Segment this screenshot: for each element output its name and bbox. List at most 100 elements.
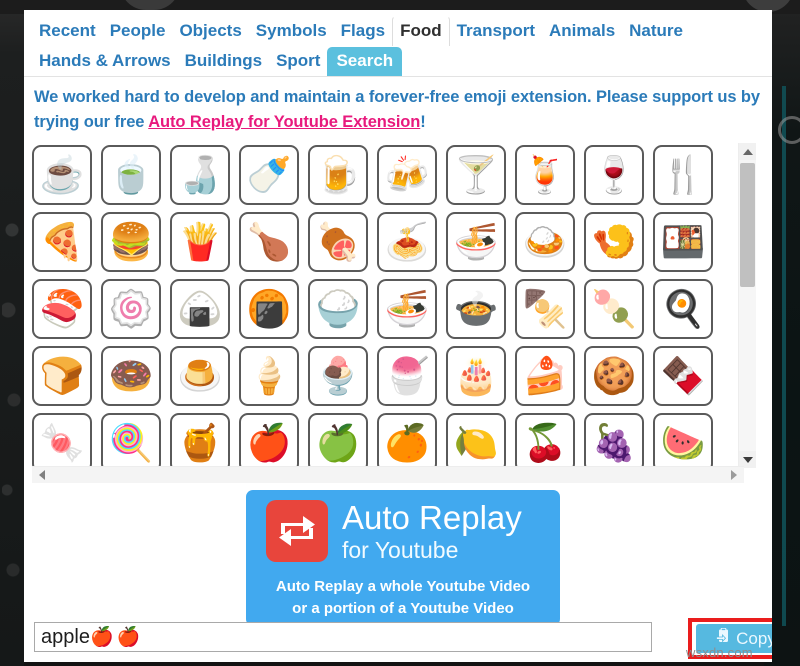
emoji-cell-rice-ball[interactable]: 🍙 xyxy=(170,279,230,339)
emoji-text-input[interactable]: apple 🍎🍎 xyxy=(34,622,652,652)
emoji-cell-hot-beverage[interactable]: ☕ xyxy=(32,145,92,205)
emoji-cell-ramen-noodles[interactable]: 🍜 xyxy=(377,279,437,339)
emoji-cell-spaghetti[interactable]: 🍝 xyxy=(377,212,437,272)
emoji-cell-beer-mug[interactable]: 🍺 xyxy=(308,145,368,205)
emoji-glyph: 🍻 xyxy=(384,154,430,195)
emoji-row: 🍕 🍔 🍟 🍗 🍖 🍝 🍜 🍛 🍤 🍱 xyxy=(32,210,744,275)
tab-animals[interactable]: Animals xyxy=(542,17,622,46)
emoji-cell-cherries[interactable]: 🍒 xyxy=(515,413,575,468)
tab-buildings[interactable]: Buildings xyxy=(178,47,269,76)
emoji-cell-poultry-leg[interactable]: 🍗 xyxy=(239,212,299,272)
emoji-cell-honey-pot[interactable]: 🍯 xyxy=(170,413,230,468)
emoji-cell-red-apple[interactable]: 🍎 xyxy=(239,413,299,468)
emoji-glyph: 🍗 xyxy=(246,221,292,262)
emoji-cell-pizza[interactable]: 🍕 xyxy=(32,212,92,272)
scroll-left-arrow-icon[interactable] xyxy=(34,467,50,483)
tab-flags[interactable]: Flags xyxy=(334,17,392,46)
emoji-cell-oden[interactable]: 🍢 xyxy=(515,279,575,339)
auto-replay-ad-banner[interactable]: Auto Replay for Youtube Auto Replay a wh… xyxy=(246,490,560,626)
emoji-cell-fish-cake[interactable]: 🍥 xyxy=(101,279,161,339)
emoji-cell-cooking-fried-egg[interactable]: 🍳 xyxy=(653,279,713,339)
emoji-cell-fried-shrimp[interactable]: 🍤 xyxy=(584,212,644,272)
promo-message: We worked hard to develop and maintain a… xyxy=(24,77,772,139)
scroll-right-arrow-icon[interactable] xyxy=(726,467,742,483)
emoji-glyph: 🍯 xyxy=(177,422,223,463)
emoji-glyph: 🍹 xyxy=(522,154,568,195)
emoji-cell-tangerine[interactable]: 🍊 xyxy=(377,413,437,468)
tab-objects[interactable]: Objects xyxy=(172,17,248,46)
vertical-scrollbar[interactable] xyxy=(738,143,756,468)
tab-row-primary: Recent People Objects Symbols Flags Food… xyxy=(32,16,772,46)
tab-people[interactable]: People xyxy=(103,17,173,46)
emoji-glyph: 🍺 xyxy=(315,154,361,195)
emoji-cell-dango[interactable]: 🍡 xyxy=(584,279,644,339)
emoji-cell-french-fries[interactable]: 🍟 xyxy=(170,212,230,272)
emoji-cell-sake[interactable]: 🍶 xyxy=(170,145,230,205)
emoji-cell-rice-cracker[interactable]: 🍘 xyxy=(239,279,299,339)
tab-symbols[interactable]: Symbols xyxy=(249,17,334,46)
emoji-cell-watermelon[interactable]: 🍉 xyxy=(653,413,713,468)
tab-search[interactable]: Search xyxy=(327,47,403,76)
emoji-cell-sushi[interactable]: 🍣 xyxy=(32,279,92,339)
emoji-cell-meat-on-bone[interactable]: 🍖 xyxy=(308,212,368,272)
emoji-cell-green-apple[interactable]: 🍏 xyxy=(308,413,368,468)
promo-link-auto-replay[interactable]: Auto Replay for Youtube Extension xyxy=(148,113,420,131)
emoji-cell-teacup-without-handle[interactable]: 🍵 xyxy=(101,145,161,205)
bottom-bar: apple 🍎🍎 Copy xyxy=(24,618,772,662)
emoji-grid-scroll-area[interactable]: ☕ 🍵 🍶 🍼 🍺 🍻 🍸 🍹 🍷 🍴 🍕 🍔 🍟 🍗 🍖 🍝 🍜 🍛 🍤 🍱 🍣 🍥 🍙 🍘 🍚 🍜 🍲 🍢 🍡 🍳 🍞 🍩 🍮 🍦 🍨 🍧 🎂 🍰 🍪 🍫… xyxy=(32,143,744,468)
emoji-cell-custard[interactable]: 🍮 xyxy=(170,346,230,406)
emoji-cell-bread[interactable]: 🍞 xyxy=(32,346,92,406)
emoji-cell-baby-bottle[interactable]: 🍼 xyxy=(239,145,299,205)
ad-header: Auto Replay for Youtube xyxy=(258,500,548,562)
emoji-cell-cocktail-glass[interactable]: 🍸 xyxy=(446,145,506,205)
emoji-cell-hamburger[interactable]: 🍔 xyxy=(101,212,161,272)
emoji-cell-birthday-cake[interactable]: 🎂 xyxy=(446,346,506,406)
emoji-glyph: 🍊 xyxy=(384,422,430,463)
tab-food[interactable]: Food xyxy=(392,16,450,46)
emoji-cell-doughnut[interactable]: 🍩 xyxy=(101,346,161,406)
scroll-up-arrow-icon[interactable] xyxy=(739,143,756,160)
tab-recent[interactable]: Recent xyxy=(32,17,103,46)
emoji-cell-bento-box[interactable]: 🍱 xyxy=(653,212,713,272)
ad-subtitle-block: Auto Replay a whole Youtube Video or a p… xyxy=(258,576,548,620)
vertical-scrollbar-thumb[interactable] xyxy=(740,163,755,287)
emoji-glyph: 🍧 xyxy=(384,355,430,396)
emoji-cell-curry-rice[interactable]: 🍛 xyxy=(515,212,575,272)
emoji-glyph: 🍚 xyxy=(315,288,361,329)
emoji-glyph: 🍜 xyxy=(453,221,499,262)
emoji-cell-ice-cream[interactable]: 🍨 xyxy=(308,346,368,406)
repeat-icon xyxy=(266,500,328,562)
emoji-cell-soft-ice-cream[interactable]: 🍦 xyxy=(239,346,299,406)
emoji-cell-cookie[interactable]: 🍪 xyxy=(584,346,644,406)
tab-sport[interactable]: Sport xyxy=(269,47,327,76)
emoji-cell-pot-of-food[interactable]: 🍲 xyxy=(446,279,506,339)
tab-transport[interactable]: Transport xyxy=(450,17,542,46)
emoji-glyph: 🍎 xyxy=(246,422,292,463)
emoji-glyph: 🍳 xyxy=(660,288,706,329)
emoji-glyph: 🍴 xyxy=(660,154,706,195)
emoji-cell-fork-and-knife[interactable]: 🍴 xyxy=(653,145,713,205)
emoji-cell-lemon[interactable]: 🍋 xyxy=(446,413,506,468)
emoji-cell-cooked-rice[interactable]: 🍚 xyxy=(308,279,368,339)
emoji-cell-chocolate-bar[interactable]: 🍫 xyxy=(653,346,713,406)
emoji-glyph: 🍟 xyxy=(177,221,223,262)
emoji-cell-tropical-drink[interactable]: 🍹 xyxy=(515,145,575,205)
horizontal-scrollbar[interactable] xyxy=(32,466,744,483)
backdrop-teal-stripe xyxy=(782,86,786,626)
emoji-glyph: 🍶 xyxy=(177,154,223,195)
emoji-cell-wine-glass[interactable]: 🍷 xyxy=(584,145,644,205)
emoji-cell-lollipop[interactable]: 🍭 xyxy=(101,413,161,468)
emoji-cell-shaved-ice[interactable]: 🍧 xyxy=(377,346,437,406)
emoji-glyph: 🍡 xyxy=(591,288,637,329)
emoji-cell-grapes[interactable]: 🍇 xyxy=(584,413,644,468)
emoji-cell-clinking-beer-mugs[interactable]: 🍻 xyxy=(377,145,437,205)
tab-hands-and-arrows[interactable]: Hands & Arrows xyxy=(32,47,178,76)
emoji-cell-shortcake[interactable]: 🍰 xyxy=(515,346,575,406)
emoji-glyph: 🍨 xyxy=(315,355,361,396)
tab-nature[interactable]: Nature xyxy=(622,17,690,46)
emoji-cell-candy[interactable]: 🍬 xyxy=(32,413,92,468)
input-emoji-value: 🍎🍎 xyxy=(89,627,144,648)
backdrop-blob-left xyxy=(120,0,180,10)
emoji-cell-steaming-bowl[interactable]: 🍜 xyxy=(446,212,506,272)
emoji-glyph: 🍘 xyxy=(246,288,292,329)
